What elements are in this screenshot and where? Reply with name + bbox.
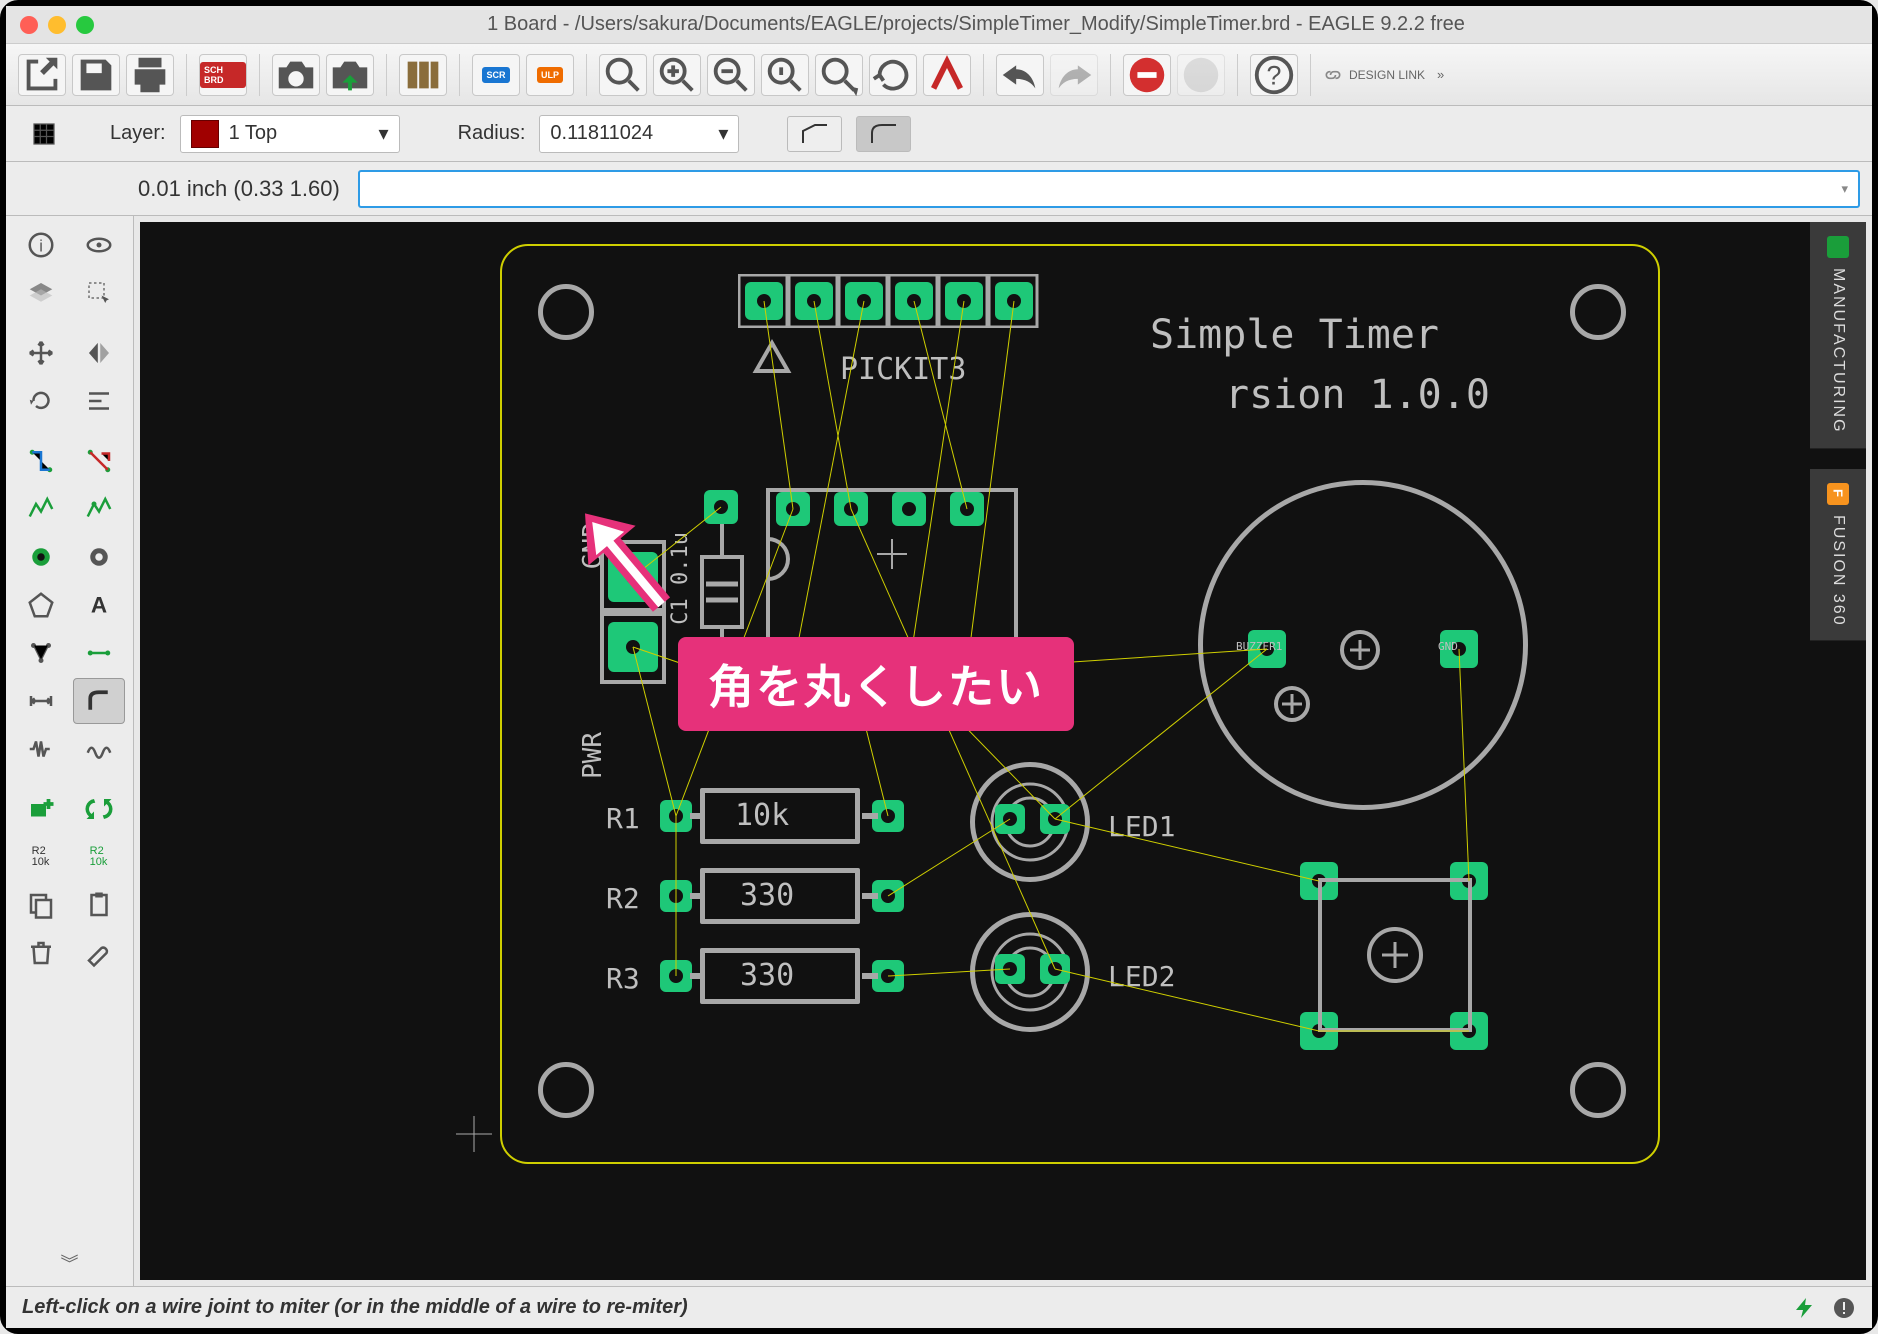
split-tool[interactable]: [15, 630, 67, 676]
command-row: 0.01 inch (0.33 1.60) ▾: [6, 162, 1872, 216]
zoom-redraw-button[interactable]: [761, 54, 809, 96]
help-button[interactable]: ?: [1250, 54, 1298, 96]
line-tool[interactable]: [73, 630, 125, 676]
fusion360-tab[interactable]: F FUSION 360: [1810, 469, 1866, 642]
svg-text:?: ?: [1267, 60, 1282, 90]
status-bar: Left-click on a wire joint to miter (or …: [6, 1286, 1872, 1328]
ulp-button[interactable]: ULP: [526, 54, 574, 96]
marquee-tool[interactable]: [73, 270, 125, 316]
miter-straight-button[interactable]: [787, 116, 842, 152]
library-button[interactable]: [399, 54, 447, 96]
toolbar-overflow[interactable]: »: [1431, 61, 1450, 88]
svg-text:A: A: [90, 593, 106, 618]
close-window[interactable]: [20, 16, 38, 34]
replace-tool[interactable]: [73, 786, 125, 832]
layer-swatch: [191, 120, 219, 148]
status-hint: Left-click on a wire joint to miter (or …: [22, 1296, 688, 1319]
main-toolbar: SCH BRD SCR ULP ? DESIGN LINK »: [6, 44, 1872, 106]
dropdown-icon: ▾: [1841, 181, 1848, 197]
show-tool[interactable]: [73, 222, 125, 268]
via-tool[interactable]: [15, 534, 67, 580]
ripup-tool[interactable]: [73, 438, 125, 484]
radius-input[interactable]: 0.11811024 ▾: [539, 115, 739, 153]
grid-button[interactable]: [18, 111, 70, 157]
minimize-window[interactable]: [48, 16, 66, 34]
zoom-select-button[interactable]: [815, 54, 863, 96]
wire-tool[interactable]: [15, 486, 67, 532]
refresh-button[interactable]: [869, 54, 917, 96]
fusion-icon: F: [1827, 483, 1849, 505]
move-tool[interactable]: [15, 330, 67, 376]
svg-text:i: i: [39, 237, 43, 255]
board-canvas[interactable]: Simple Timer rsion 1.0.0 PICKIT3 PWR GND…: [140, 222, 1866, 1280]
dropdown-icon: ▾: [379, 121, 389, 146]
miter-round-button[interactable]: [856, 116, 911, 152]
net-tool[interactable]: [73, 486, 125, 532]
canvas-area: Simple Timer rsion 1.0.0 PICKIT3 PWR GND…: [134, 216, 1872, 1286]
hole-tool[interactable]: [73, 534, 125, 580]
scr-button[interactable]: SCR: [472, 54, 520, 96]
dropdown-icon: ▾: [718, 121, 728, 146]
layers-tool[interactable]: [15, 270, 67, 316]
coordinate-readout: 0.01 inch (0.33 1.60): [18, 176, 340, 202]
value-r2-tool[interactable]: R2 10k: [15, 834, 67, 880]
signal-tool[interactable]: [73, 726, 125, 772]
alert-icon: [1832, 1296, 1856, 1320]
layer-select[interactable]: 1 Top ▾: [180, 115, 400, 153]
open-button[interactable]: [18, 54, 66, 96]
save-button[interactable]: [72, 54, 120, 96]
tool-palette: i A: [6, 216, 134, 1286]
cam-export-button[interactable]: [326, 54, 374, 96]
layer-label: Layer:: [110, 122, 166, 145]
command-input[interactable]: ▾: [358, 170, 1860, 208]
zoom-out-button[interactable]: [707, 54, 755, 96]
rotate-tool[interactable]: [15, 378, 67, 424]
cross-button[interactable]: [923, 54, 971, 96]
window-controls: [20, 16, 94, 34]
delete-tool[interactable]: [15, 930, 67, 976]
manufacturing-tab[interactable]: MANUFACTURING: [1810, 222, 1866, 449]
paste-tool[interactable]: [73, 882, 125, 928]
align-tool[interactable]: [73, 378, 125, 424]
zoom-fit-button[interactable]: [599, 54, 647, 96]
go-button[interactable]: [1177, 54, 1225, 96]
annotation-arrow-icon: [560, 497, 700, 637]
polygon-tool[interactable]: [15, 582, 67, 628]
side-tabs: MANUFACTURING F FUSION 360: [1810, 222, 1866, 1280]
radius-label: Radius:: [458, 122, 526, 145]
titlebar: 1 Board - /Users/sakura/Documents/EAGLE/…: [6, 6, 1872, 44]
window-title: 1 Board - /Users/sakura/Documents/EAGLE/…: [94, 13, 1858, 36]
zoom-window[interactable]: [76, 16, 94, 34]
undo-button[interactable]: [996, 54, 1044, 96]
palette-expand[interactable]: ︾: [44, 1240, 96, 1286]
mirror-tool[interactable]: [73, 330, 125, 376]
sch-brd-toggle[interactable]: SCH BRD: [199, 54, 247, 96]
cam-button[interactable]: [272, 54, 320, 96]
annotation-callout: 角を丸くしたい: [678, 637, 1074, 731]
value-r2-green-tool[interactable]: R2 10k: [73, 834, 125, 880]
add-part-tool[interactable]: [15, 786, 67, 832]
settings-tool[interactable]: [73, 930, 125, 976]
route-tool[interactable]: [15, 438, 67, 484]
cursor-cross-icon: [456, 1116, 492, 1152]
chip-icon: [1827, 236, 1849, 258]
redo-button[interactable]: [1050, 54, 1098, 96]
text-tool[interactable]: A: [73, 582, 125, 628]
copy-tool[interactable]: [15, 882, 67, 928]
bolt-icon: [1792, 1296, 1822, 1320]
info-tool[interactable]: i: [15, 222, 67, 268]
design-link-button[interactable]: DESIGN LINK: [1323, 65, 1425, 85]
miter-tool[interactable]: [73, 678, 125, 724]
options-bar: Layer: 1 Top ▾ Radius: 0.11811024 ▾: [6, 106, 1872, 162]
main-area: i A: [6, 216, 1872, 1286]
dimension-tool[interactable]: [15, 678, 67, 724]
print-button[interactable]: [126, 54, 174, 96]
zoom-in-button[interactable]: [653, 54, 701, 96]
meander-tool[interactable]: [15, 726, 67, 772]
stop-button[interactable]: [1123, 54, 1171, 96]
